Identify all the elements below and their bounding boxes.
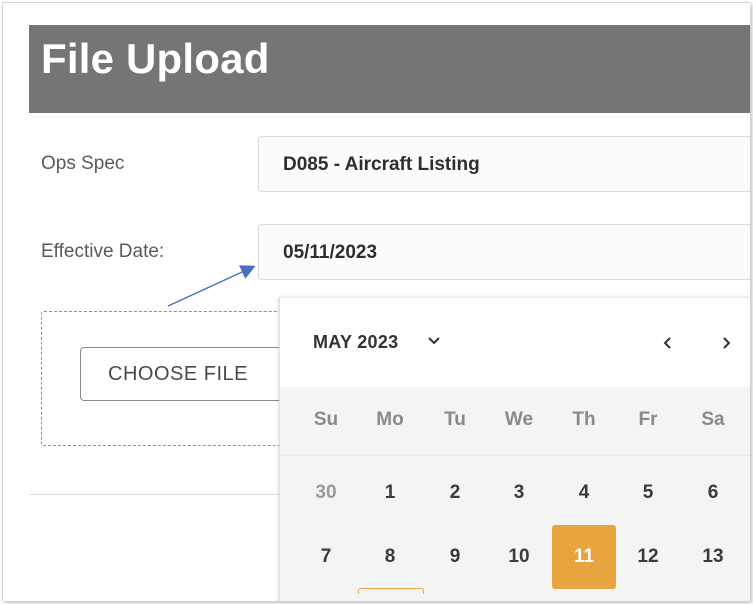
calendar-day[interactable]: 1 xyxy=(358,461,422,525)
calendar-day[interactable]: 5 xyxy=(616,461,680,525)
calendar-day[interactable]: 10 xyxy=(487,525,551,589)
calendar-day[interactable]: 6 xyxy=(681,461,745,525)
calendar-day[interactable]: 13 xyxy=(681,525,745,589)
weekday-label: Mo xyxy=(376,409,404,430)
calendar-header: MAY 2023 xyxy=(280,298,750,387)
calendar-day[interactable]: 7 xyxy=(294,525,358,589)
weekday-label: Sa xyxy=(701,409,725,430)
today-marker xyxy=(358,588,424,594)
weekday-label: We xyxy=(504,409,534,430)
calendar-body: Su Mo Tu We Th Fr Sa 30 1 2 3 4 5 6 7 8 … xyxy=(280,387,750,601)
weekday-row: Su Mo Tu We Th Fr Sa xyxy=(280,387,750,456)
weekday-label: Su xyxy=(313,409,339,430)
calendar-day[interactable]: 9 xyxy=(423,525,487,589)
date-picker-popup: MAY 2023 Su Mo Tu We Th Fr Sa 30 1 2 3 4… xyxy=(279,297,750,601)
weekday-label: Tu xyxy=(444,409,466,430)
chevron-down-icon[interactable] xyxy=(427,334,441,348)
calendar-day[interactable]: 12 xyxy=(616,525,680,589)
chevron-left-icon[interactable] xyxy=(658,332,678,354)
calendar-day[interactable]: 8 xyxy=(358,525,422,589)
month-year-label[interactable]: MAY 2023 xyxy=(313,332,398,353)
weekday-label: Th xyxy=(572,409,596,430)
calendar-day[interactable]: 4 xyxy=(552,461,616,525)
calendar-day[interactable]: 30 xyxy=(294,461,358,525)
calendar-day-selected[interactable]: 11 xyxy=(552,525,616,589)
calendar-day[interactable]: 2 xyxy=(423,461,487,525)
window: File Upload Ops Spec D085 - Aircraft Lis… xyxy=(2,2,750,601)
calendar-day[interactable]: 3 xyxy=(487,461,551,525)
weekday-label: Fr xyxy=(638,409,658,430)
chevron-right-icon[interactable] xyxy=(716,332,736,354)
